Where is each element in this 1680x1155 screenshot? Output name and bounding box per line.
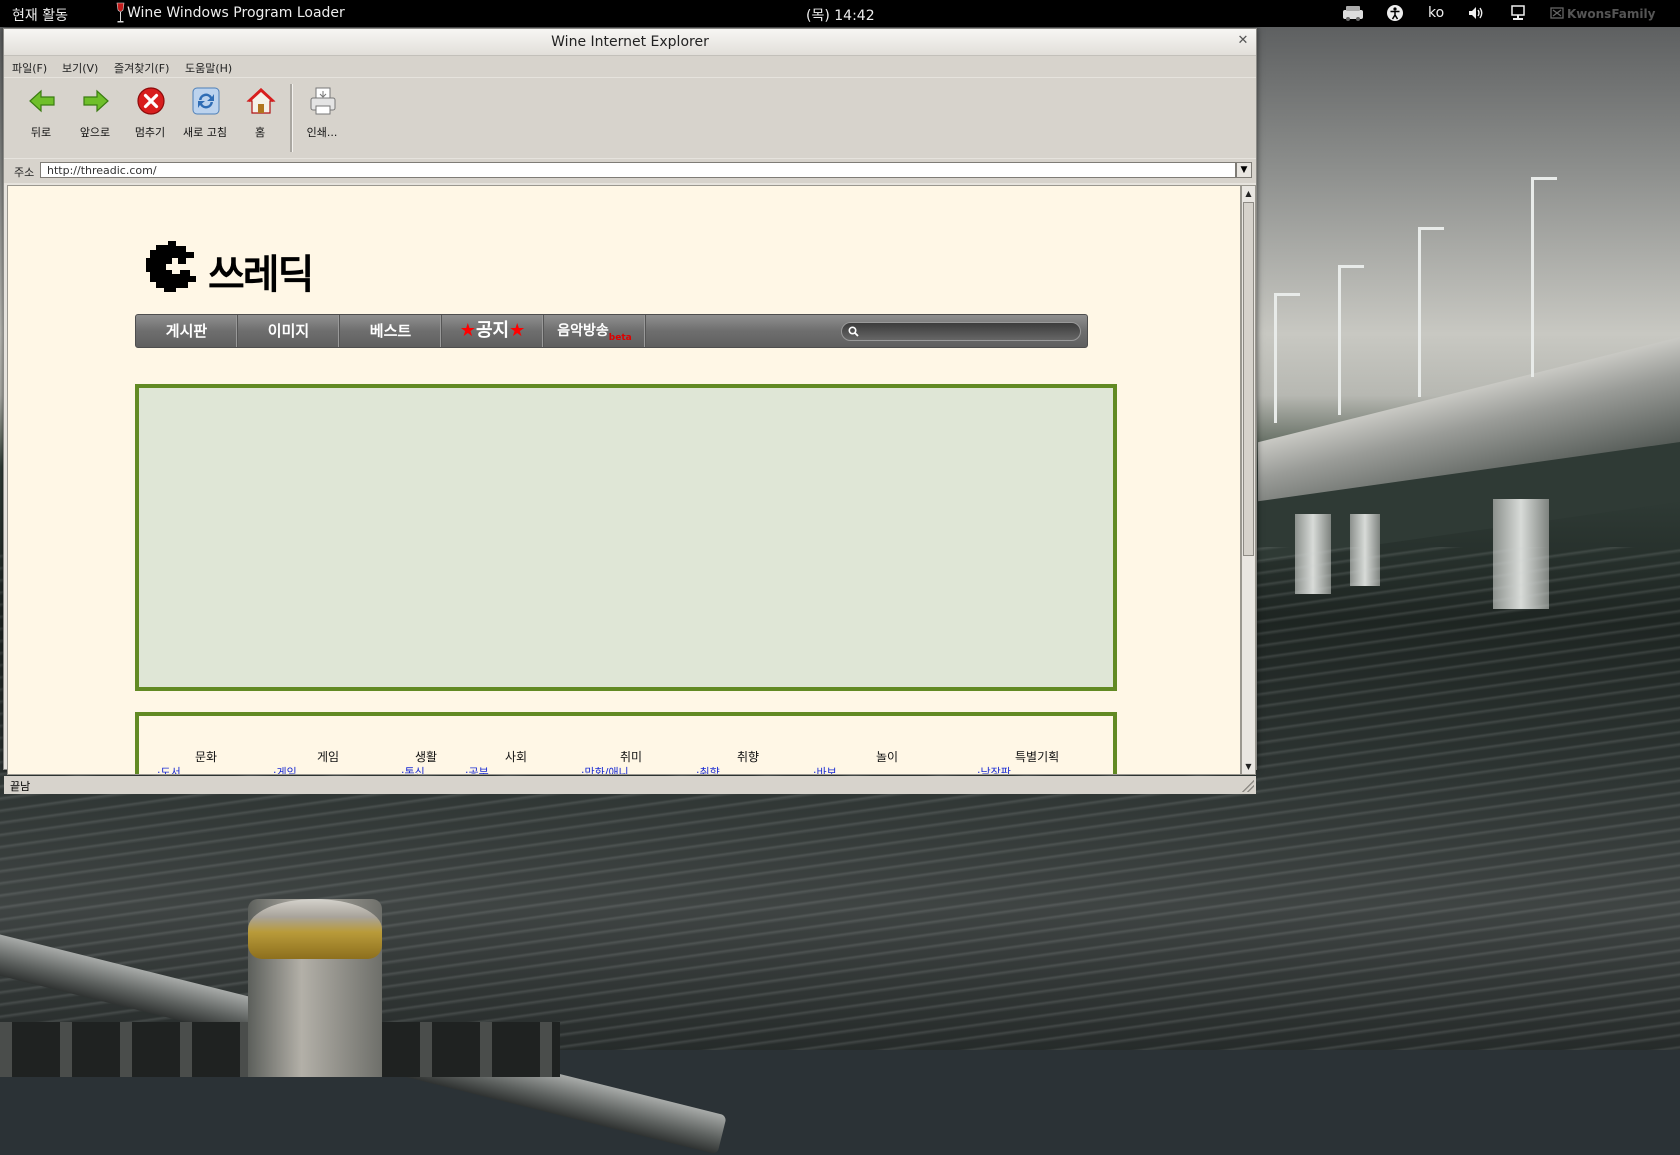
- status-text: 끝남: [10, 780, 31, 793]
- user-status-icon[interactable]: [1550, 4, 1564, 22]
- forward-arrow-icon: [83, 89, 109, 113]
- input-language[interactable]: ko: [1428, 5, 1444, 21]
- beta-badge: beta: [608, 333, 632, 343]
- display-icon[interactable]: [1509, 4, 1527, 22]
- logo-wordmark: 쓰레딕: [208, 252, 314, 298]
- forward-button[interactable]: 앞으로: [69, 80, 121, 156]
- address-label: 주소: [14, 166, 35, 179]
- menu-view[interactable]: 보기(V): [62, 60, 98, 76]
- wallpaper-post: [248, 899, 382, 1077]
- address-bar: 주소 http://threadic.com/ ▼: [4, 159, 1256, 183]
- top-panel: 현재 활동 Wine Windows Program Loader (목) 14…: [0, 0, 1680, 27]
- toolbar: 뒤로 앞으로 멈추기 새로 고침 홈 인쇄...: [4, 78, 1256, 158]
- scroll-up-icon[interactable]: ▲: [1243, 187, 1254, 200]
- category-link[interactable]: ·통신: [401, 764, 425, 774]
- nav-tab-notice[interactable]: ★공지★: [442, 315, 544, 347]
- home-button[interactable]: 홈: [234, 80, 286, 156]
- resize-grip-icon[interactable]: [1242, 780, 1254, 792]
- forward-label: 앞으로: [79, 126, 111, 139]
- category-hobby[interactable]: 취미: [620, 748, 642, 765]
- menu-bar: 파일(F) 보기(V) 즐겨찾기(F) 도움말(H): [4, 56, 1256, 77]
- print-label: 인쇄...: [306, 126, 338, 139]
- category-box: 문화 ·도서 게임 ·게임 생활 ·통신 사회 ·공부 취미 ·만화/애니 취향…: [135, 712, 1117, 774]
- volume-icon[interactable]: [1467, 4, 1485, 22]
- site-logo[interactable]: 쓰레딕: [146, 238, 316, 298]
- category-play[interactable]: 놀이: [876, 748, 898, 765]
- close-icon[interactable]: ✕: [1234, 32, 1252, 50]
- scroll-down-icon[interactable]: ▼: [1243, 760, 1254, 773]
- category-link[interactable]: ·낙장판: [977, 764, 1011, 774]
- category-life[interactable]: 생활: [415, 748, 437, 765]
- home-icon: [246, 88, 276, 114]
- category-link[interactable]: ·공부: [465, 764, 489, 774]
- window-titlebar[interactable]: Wine Internet Explorer ✕: [4, 29, 1256, 56]
- print-icon: [310, 87, 336, 115]
- page-viewport: 쓰레딕 게시판 이미지 베스트 ★공지★ 음악방송beta 문화 ·도서 게임 …: [7, 185, 1241, 775]
- category-culture[interactable]: 문화: [195, 748, 217, 765]
- category-link[interactable]: ·취향: [696, 764, 720, 774]
- wine-glass-icon: [116, 2, 125, 23]
- refresh-icon: [192, 87, 220, 115]
- network-icon[interactable]: [1341, 4, 1365, 22]
- clock[interactable]: (목) 14:42: [806, 5, 875, 25]
- activities-button[interactable]: 현재 활동: [12, 5, 68, 25]
- star-icon: ★: [509, 320, 526, 341]
- status-bar: 끝남: [4, 776, 1256, 794]
- category-link[interactable]: ·바보: [813, 764, 837, 774]
- wallpaper-lamp: [1274, 293, 1300, 423]
- refresh-button[interactable]: 새로 고침: [179, 80, 231, 156]
- accessibility-icon[interactable]: [1386, 4, 1404, 22]
- site-search-input[interactable]: [841, 322, 1081, 341]
- category-special[interactable]: 특별기획: [1015, 748, 1059, 765]
- search-icon: [848, 326, 859, 337]
- address-dropdown-icon[interactable]: ▼: [1236, 162, 1252, 178]
- back-label: 뒤로: [30, 126, 52, 139]
- category-link[interactable]: ·게임: [273, 764, 297, 774]
- menu-help[interactable]: 도움말(H): [185, 60, 232, 76]
- star-icon: ★: [459, 320, 476, 341]
- menu-file[interactable]: 파일(F): [12, 60, 47, 76]
- vertical-scrollbar[interactable]: ▲ ▼: [1241, 185, 1256, 775]
- scroll-thumb[interactable]: [1243, 202, 1254, 556]
- stop-label: 멈추기: [134, 126, 166, 139]
- wallpaper-lamp: [1338, 265, 1364, 415]
- nav-tab-best[interactable]: 베스트: [340, 315, 442, 347]
- browser-window: Wine Internet Explorer ✕ 파일(F) 보기(V) 즐겨찾…: [3, 28, 1257, 794]
- refresh-label: 새로 고침: [183, 126, 227, 139]
- home-label: 홈: [254, 126, 266, 139]
- address-input[interactable]: http://threadic.com/: [40, 162, 1236, 178]
- nav-tab-board[interactable]: 게시판: [136, 315, 238, 347]
- back-arrow-icon: [29, 89, 55, 113]
- category-link[interactable]: ·도서: [157, 764, 181, 774]
- stop-icon: [137, 87, 165, 115]
- wallpaper-lamp: [1531, 177, 1557, 377]
- category-game[interactable]: 게임: [317, 748, 339, 765]
- site-nav-bar: 게시판 이미지 베스트 ★공지★ 음악방송beta: [135, 314, 1088, 348]
- category-taste[interactable]: 취향: [737, 748, 759, 765]
- wallpaper-lamp: [1418, 227, 1444, 397]
- category-society[interactable]: 사회: [505, 748, 527, 765]
- menu-favorites[interactable]: 즐겨찾기(F): [114, 60, 169, 76]
- category-link[interactable]: ·만화/애니: [581, 764, 629, 774]
- logo-emblem-icon: [146, 241, 196, 292]
- nav-tab-music[interactable]: 음악방송beta: [544, 315, 646, 347]
- print-button[interactable]: 인쇄...: [296, 80, 348, 156]
- user-menu[interactable]: KwonsFamily: [1567, 7, 1655, 21]
- nav-tab-music-label: 음악방송: [557, 323, 609, 339]
- stop-button[interactable]: 멈추기: [124, 80, 176, 156]
- nav-tab-notice-label: 공지: [475, 320, 510, 341]
- toolbar-separator: [290, 84, 293, 152]
- app-menu[interactable]: Wine Windows Program Loader: [127, 5, 345, 21]
- back-button[interactable]: 뒤로: [15, 80, 67, 156]
- nav-tab-images[interactable]: 이미지: [238, 315, 340, 347]
- ad-banner-box: [135, 384, 1117, 691]
- window-title: Wine Internet Explorer: [551, 34, 709, 50]
